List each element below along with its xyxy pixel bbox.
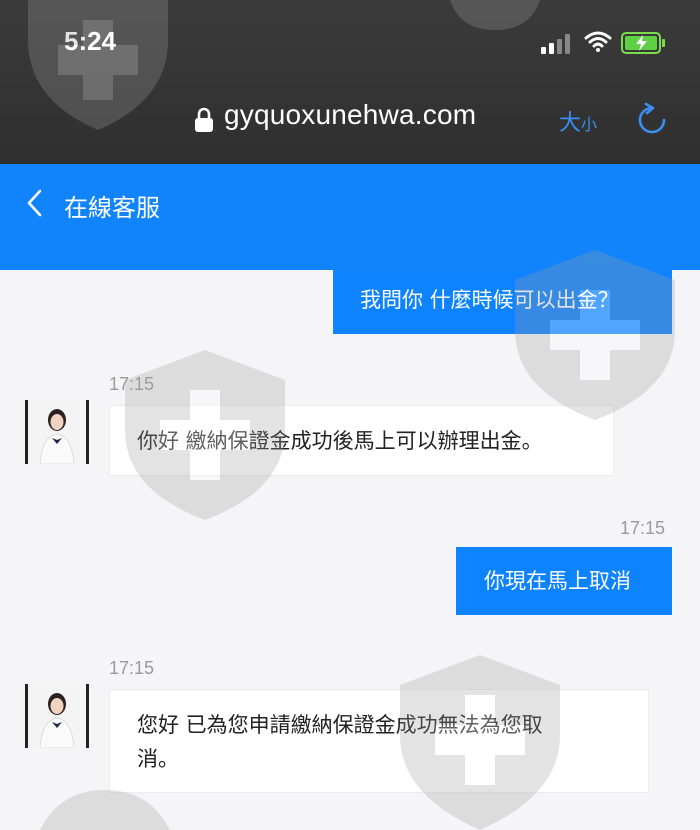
message-timestamp: 17:15 [109,658,155,678]
text-size-big: 大 [559,111,582,136]
battery-charging-icon [621,32,665,54]
chat-bubble-outgoing[interactable]: 我問你 什麼時候可以出金？ [333,270,672,334]
page-title: 在線客服 [64,194,160,222]
message-timestamp: 17:15 [109,374,155,394]
message-text: 你現在馬上取消 [484,569,631,593]
agent-avatar [25,400,89,465]
message-text: 你好 繳納保證金成功後馬上可以辦理出金。 [137,429,543,453]
cellular-signal-icon [541,34,570,54]
chat-bubble-outgoing[interactable]: 你現在馬上取消 [456,547,672,615]
url-address[interactable]: gyquoxunehwa.com [224,99,476,131]
agent-photo-icon [28,400,86,465]
agent-photo-icon [28,684,86,749]
wifi-icon [584,31,612,52]
shield-watermark-icon [40,790,170,830]
chat-bubble-incoming[interactable]: 你好 繳納保證金成功後馬上可以辦理出金。 [109,405,614,476]
reload-icon[interactable] [636,102,668,136]
chat-bubble-incoming[interactable]: 您好 已為您申請繳納保證金成功無法為您取 消。 [109,689,649,793]
lock-icon [195,107,213,132]
message-text-line: 您好 已為您申請繳納保證金成功無法為您取 [137,713,543,737]
text-size-small: 小 [581,115,598,134]
back-chevron-icon[interactable] [24,188,46,218]
agent-avatar [25,684,89,749]
message-text-line: 消。 [137,747,179,771]
message-timestamp: 17:15 [620,518,666,538]
message-text: 我問你 什麼時候可以出金？ [360,288,619,312]
text-size-button[interactable]: 大小 [559,105,597,137]
chat-header: 在線客服 [0,164,700,270]
browser-top-bar: 5:24 gyquoxunehwa.com 大小 [0,0,700,164]
status-time: 5:24 [64,26,117,56]
